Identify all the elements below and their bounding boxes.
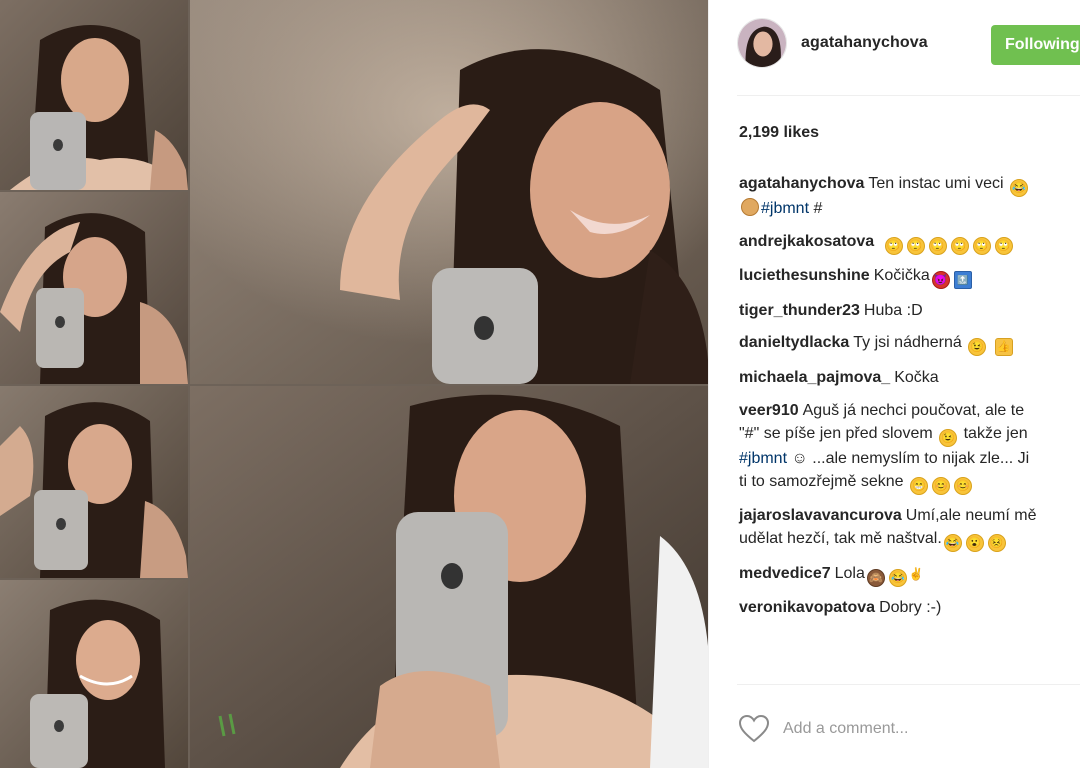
comment-text: Ty jsi nádherná — [853, 334, 962, 352]
emoji-icon: 🙄 — [972, 236, 991, 255]
thumbs-up-icon: 👍 — [994, 338, 1013, 357]
comment-username[interactable]: danieltydlacka — [739, 334, 849, 351]
comment-text: Aguš já nechci poučovat, ale te — [802, 401, 1025, 419]
emoji-icon: 🙄 — [928, 236, 947, 255]
list-item: michaela_pajmova_ Kočka — [739, 366, 1080, 389]
divider — [737, 684, 1080, 685]
comment-username[interactable]: andrejkakosatova — [739, 233, 874, 250]
comment-username[interactable]: michaela_pajmova_ — [739, 369, 890, 386]
avatar[interactable] — [737, 18, 787, 68]
top-emoji-icon: 🔝 — [953, 271, 972, 290]
emoji-icon: 😊 — [953, 476, 972, 495]
collage-tile-large — [190, 386, 708, 768]
comment-username[interactable]: tiger_thunder23 — [739, 302, 860, 319]
emoji-icon: 😊 — [931, 476, 950, 495]
likes-count[interactable]: 2,199 likes — [739, 124, 819, 142]
comment-text: Kočička — [873, 267, 930, 285]
comment-username[interactable]: veronikavopatova — [739, 599, 875, 616]
list-item: veronikavopatova Dobry :-) — [739, 596, 1080, 619]
list-item: veer910 Aguš já nechci poučovat, ale te "… — [739, 399, 1080, 495]
comment-text: ☺ ...ale nemyslím to nijak zle... Ji — [791, 449, 1030, 467]
list-item: tiger_thunder23 Huba :D — [739, 299, 1080, 322]
hand-icon: ✌ — [908, 566, 924, 581]
add-comment-input[interactable] — [781, 714, 1075, 744]
list-item: danieltydlacka Ty jsi nádherná 😉 👍 — [739, 331, 1080, 357]
comment-username[interactable]: agatahanychova — [739, 175, 864, 192]
list-item: jajaroslavavancurova Umí,ale neumí mě udě… — [739, 504, 1080, 553]
collage-tile — [0, 192, 188, 384]
list-item: luciethesunshine Kočička 😈 🔝 — [739, 264, 1080, 290]
comment-text: Lola — [834, 564, 865, 582]
devil-emoji-icon: 😈 — [931, 271, 950, 290]
emoji-icon: 😉 — [968, 338, 987, 357]
comment-username[interactable]: luciethesunshine — [739, 267, 870, 284]
comment-list: agatahanychova Ten instac umi veci 😂 #jbm… — [739, 172, 1080, 629]
collage-tile-large — [190, 0, 708, 384]
post-header: agatahanychova Following — [709, 0, 1080, 96]
post-photo[interactable] — [0, 0, 708, 768]
following-button[interactable]: Following — [991, 25, 1080, 65]
emoji-icon: 😣 — [987, 534, 1006, 553]
comment-text: Umí,ale neumí mě — [905, 507, 1037, 525]
emoji-icon: 😁 — [909, 476, 928, 495]
comment-text: Ten instac umi veci — [868, 175, 1004, 192]
collage-tile — [0, 580, 188, 768]
comment-username[interactable]: veer910 — [739, 402, 799, 419]
emoji-icon — [741, 198, 759, 216]
comment-text: # — [813, 200, 823, 217]
emoji-icon: 😉 — [939, 428, 958, 447]
post-details-panel: agatahanychova Following 2,199 likes aga… — [708, 0, 1080, 768]
emoji-icon: 😮 — [965, 534, 984, 553]
comment-text: "#" se píše jen před slovem — [739, 424, 933, 442]
post-username-link[interactable]: agatahanychova — [801, 34, 928, 52]
collage-tile — [0, 0, 188, 190]
emoji-icon: 🙄 — [950, 236, 969, 255]
comment-text: udělat hezčí, tak mě naštval. — [739, 530, 942, 548]
list-item: medvedice7 Lola 🙈 😂 ✌ — [739, 562, 1080, 587]
emoji-icon: 😂 — [1010, 179, 1029, 197]
emoji-icon: 😂 — [943, 534, 962, 553]
emoji-icon: 🙄 — [884, 236, 903, 255]
apple-logo-icon — [53, 139, 63, 151]
comment-text: Kočka — [894, 368, 939, 386]
monkey-emoji-icon: 🙈 — [866, 568, 885, 587]
emoji-icon: 🙄 — [994, 236, 1013, 255]
hashtag-link[interactable]: #jbmnt — [739, 450, 787, 467]
divider — [737, 95, 1080, 96]
comment-username[interactable]: jajaroslavavancurova — [739, 507, 902, 524]
emoji-icon: 🙄 — [906, 236, 925, 255]
heart-icon[interactable] — [738, 714, 770, 743]
hashtag-link[interactable]: #jbmnt — [761, 200, 809, 217]
comment-text: Huba :D — [863, 301, 923, 319]
list-item: agatahanychova Ten instac umi veci 😂 #jbm… — [739, 172, 1080, 220]
comment-text: Dobry :-) — [879, 599, 942, 617]
list-item: andrejkakosatova 🙄 🙄 🙄 🙄 🙄 🙄 — [739, 230, 1080, 255]
comment-text: ti to samozřejmě sekne — [739, 472, 904, 490]
collage-tile — [0, 386, 188, 578]
comment-text: takže jen — [963, 424, 1028, 442]
emoji-icon: 😂 — [888, 568, 907, 587]
comment-username[interactable]: medvedice7 — [739, 565, 831, 582]
